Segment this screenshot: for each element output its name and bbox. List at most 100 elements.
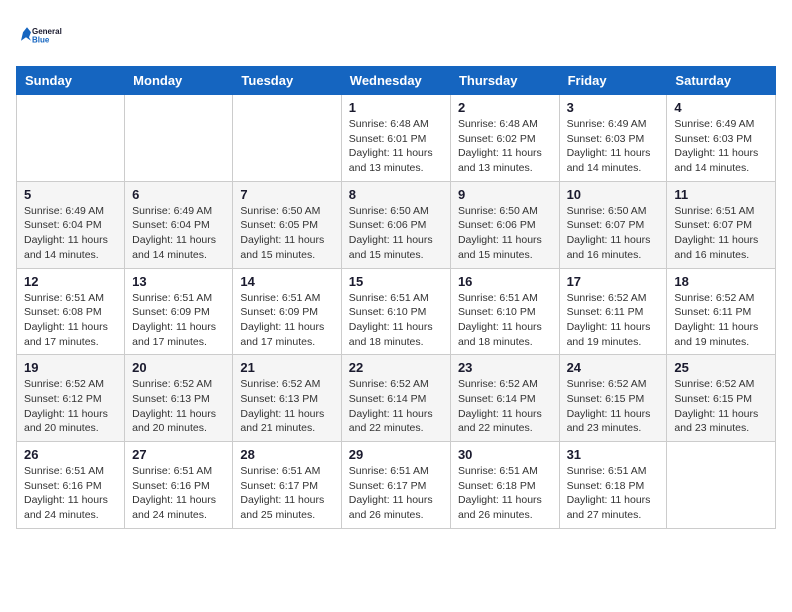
- weekday-header-thursday: Thursday: [450, 67, 559, 95]
- day-info: Sunrise: 6:51 AM Sunset: 6:17 PM Dayligh…: [349, 464, 443, 523]
- day-info: Sunrise: 6:52 AM Sunset: 6:15 PM Dayligh…: [567, 377, 660, 436]
- day-info: Sunrise: 6:49 AM Sunset: 6:03 PM Dayligh…: [567, 117, 660, 176]
- day-number: 14: [240, 274, 333, 289]
- day-info: Sunrise: 6:52 AM Sunset: 6:11 PM Dayligh…: [567, 291, 660, 350]
- day-number: 19: [24, 360, 117, 375]
- day-info: Sunrise: 6:49 AM Sunset: 6:04 PM Dayligh…: [24, 204, 117, 263]
- day-info: Sunrise: 6:50 AM Sunset: 6:07 PM Dayligh…: [567, 204, 660, 263]
- svg-text:General: General: [32, 27, 62, 36]
- day-number: 4: [674, 100, 768, 115]
- weekday-header-tuesday: Tuesday: [233, 67, 341, 95]
- day-info: Sunrise: 6:48 AM Sunset: 6:02 PM Dayligh…: [458, 117, 552, 176]
- calendar-cell: 9 Sunrise: 6:50 AM Sunset: 6:06 PM Daylig…: [450, 181, 559, 268]
- calendar-cell: [233, 95, 341, 182]
- day-number: 24: [567, 360, 660, 375]
- day-number: 3: [567, 100, 660, 115]
- calendar-cell: 13 Sunrise: 6:51 AM Sunset: 6:09 PM Dayli…: [125, 268, 233, 355]
- day-number: 9: [458, 187, 552, 202]
- day-number: 2: [458, 100, 552, 115]
- day-info: Sunrise: 6:51 AM Sunset: 6:07 PM Dayligh…: [674, 204, 768, 263]
- day-number: 29: [349, 447, 443, 462]
- logo-svg: General Blue: [16, 16, 66, 56]
- day-number: 6: [132, 187, 225, 202]
- day-number: 27: [132, 447, 225, 462]
- calendar-week-row: 12 Sunrise: 6:51 AM Sunset: 6:08 PM Dayli…: [17, 268, 776, 355]
- weekday-header-sunday: Sunday: [17, 67, 125, 95]
- day-number: 28: [240, 447, 333, 462]
- day-info: Sunrise: 6:50 AM Sunset: 6:06 PM Dayligh…: [458, 204, 552, 263]
- weekday-header-wednesday: Wednesday: [341, 67, 450, 95]
- calendar-cell: 14 Sunrise: 6:51 AM Sunset: 6:09 PM Dayli…: [233, 268, 341, 355]
- day-number: 13: [132, 274, 225, 289]
- day-info: Sunrise: 6:51 AM Sunset: 6:18 PM Dayligh…: [458, 464, 552, 523]
- day-info: Sunrise: 6:51 AM Sunset: 6:09 PM Dayligh…: [132, 291, 225, 350]
- calendar-cell: 8 Sunrise: 6:50 AM Sunset: 6:06 PM Daylig…: [341, 181, 450, 268]
- day-info: Sunrise: 6:52 AM Sunset: 6:15 PM Dayligh…: [674, 377, 768, 436]
- calendar-cell: 30 Sunrise: 6:51 AM Sunset: 6:18 PM Dayli…: [450, 442, 559, 529]
- weekday-header-row: SundayMondayTuesdayWednesdayThursdayFrid…: [17, 67, 776, 95]
- calendar-cell: 11Sunrise: 6:51 AM Sunset: 6:07 PM Dayli…: [667, 181, 776, 268]
- day-info: Sunrise: 6:52 AM Sunset: 6:13 PM Dayligh…: [240, 377, 333, 436]
- calendar-cell: 25 Sunrise: 6:52 AM Sunset: 6:15 PM Dayli…: [667, 355, 776, 442]
- calendar-cell: 19 Sunrise: 6:52 AM Sunset: 6:12 PM Dayli…: [17, 355, 125, 442]
- day-info: Sunrise: 6:51 AM Sunset: 6:17 PM Dayligh…: [240, 464, 333, 523]
- calendar-week-row: 1 Sunrise: 6:48 AM Sunset: 6:01 PM Daylig…: [17, 95, 776, 182]
- day-info: Sunrise: 6:50 AM Sunset: 6:06 PM Dayligh…: [349, 204, 443, 263]
- day-info: Sunrise: 6:51 AM Sunset: 6:16 PM Dayligh…: [132, 464, 225, 523]
- day-number: 26: [24, 447, 117, 462]
- day-info: Sunrise: 6:51 AM Sunset: 6:16 PM Dayligh…: [24, 464, 117, 523]
- calendar-cell: 20 Sunrise: 6:52 AM Sunset: 6:13 PM Dayli…: [125, 355, 233, 442]
- calendar-cell: 3 Sunrise: 6:49 AM Sunset: 6:03 PM Daylig…: [559, 95, 667, 182]
- day-number: 18: [674, 274, 768, 289]
- calendar-cell: 31 Sunrise: 6:51 AM Sunset: 6:18 PM Dayli…: [559, 442, 667, 529]
- calendar-cell: 12 Sunrise: 6:51 AM Sunset: 6:08 PM Dayli…: [17, 268, 125, 355]
- calendar-week-row: 5 Sunrise: 6:49 AM Sunset: 6:04 PM Daylig…: [17, 181, 776, 268]
- day-info: Sunrise: 6:52 AM Sunset: 6:14 PM Dayligh…: [458, 377, 552, 436]
- calendar-cell: 18Sunrise: 6:52 AM Sunset: 6:11 PM Dayli…: [667, 268, 776, 355]
- day-number: 20: [132, 360, 225, 375]
- day-number: 12: [24, 274, 117, 289]
- svg-text:Blue: Blue: [32, 35, 50, 44]
- day-info: Sunrise: 6:52 AM Sunset: 6:12 PM Dayligh…: [24, 377, 117, 436]
- calendar-week-row: 19 Sunrise: 6:52 AM Sunset: 6:12 PM Dayli…: [17, 355, 776, 442]
- day-info: Sunrise: 6:49 AM Sunset: 6:04 PM Dayligh…: [132, 204, 225, 263]
- day-info: Sunrise: 6:51 AM Sunset: 6:09 PM Dayligh…: [240, 291, 333, 350]
- weekday-header-friday: Friday: [559, 67, 667, 95]
- calendar-cell: 10 Sunrise: 6:50 AM Sunset: 6:07 PM Dayli…: [559, 181, 667, 268]
- day-number: 8: [349, 187, 443, 202]
- logo: General Blue: [16, 16, 66, 56]
- day-number: 7: [240, 187, 333, 202]
- weekday-header-saturday: Saturday: [667, 67, 776, 95]
- day-info: Sunrise: 6:49 AM Sunset: 6:03 PM Dayligh…: [674, 117, 768, 176]
- day-number: 17: [567, 274, 660, 289]
- day-number: 1: [349, 100, 443, 115]
- weekday-header-monday: Monday: [125, 67, 233, 95]
- day-number: 25: [674, 360, 768, 375]
- day-info: Sunrise: 6:51 AM Sunset: 6:18 PM Dayligh…: [567, 464, 660, 523]
- day-info: Sunrise: 6:51 AM Sunset: 6:08 PM Dayligh…: [24, 291, 117, 350]
- calendar-cell: 21 Sunrise: 6:52 AM Sunset: 6:13 PM Dayli…: [233, 355, 341, 442]
- day-info: Sunrise: 6:51 AM Sunset: 6:10 PM Dayligh…: [458, 291, 552, 350]
- day-number: 23: [458, 360, 552, 375]
- day-info: Sunrise: 6:52 AM Sunset: 6:13 PM Dayligh…: [132, 377, 225, 436]
- day-info: Sunrise: 6:48 AM Sunset: 6:01 PM Dayligh…: [349, 117, 443, 176]
- calendar-cell: 7Sunrise: 6:50 AM Sunset: 6:05 PM Daylig…: [233, 181, 341, 268]
- day-number: 21: [240, 360, 333, 375]
- calendar-cell: [17, 95, 125, 182]
- calendar-cell: 2 Sunrise: 6:48 AM Sunset: 6:02 PM Daylig…: [450, 95, 559, 182]
- calendar-cell: [667, 442, 776, 529]
- calendar-table: SundayMondayTuesdayWednesdayThursdayFrid…: [16, 66, 776, 529]
- day-info: Sunrise: 6:51 AM Sunset: 6:10 PM Dayligh…: [349, 291, 443, 350]
- day-number: 31: [567, 447, 660, 462]
- calendar-cell: 4 Sunrise: 6:49 AM Sunset: 6:03 PM Daylig…: [667, 95, 776, 182]
- calendar-cell: 6 Sunrise: 6:49 AM Sunset: 6:04 PM Daylig…: [125, 181, 233, 268]
- calendar-cell: 23 Sunrise: 6:52 AM Sunset: 6:14 PM Dayli…: [450, 355, 559, 442]
- day-number: 16: [458, 274, 552, 289]
- calendar-cell: 26 Sunrise: 6:51 AM Sunset: 6:16 PM Dayli…: [17, 442, 125, 529]
- day-number: 30: [458, 447, 552, 462]
- day-number: 5: [24, 187, 117, 202]
- calendar-cell: 29 Sunrise: 6:51 AM Sunset: 6:17 PM Dayli…: [341, 442, 450, 529]
- page-header: General Blue: [16, 16, 776, 56]
- day-number: 22: [349, 360, 443, 375]
- day-number: 10: [567, 187, 660, 202]
